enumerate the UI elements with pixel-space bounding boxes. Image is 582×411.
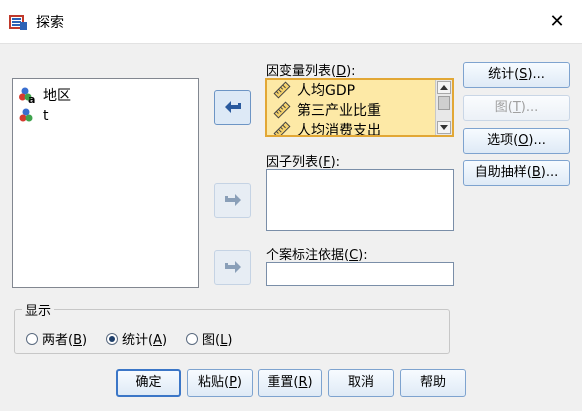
scale-variable-icon bbox=[273, 81, 291, 99]
radio-circle[interactable] bbox=[26, 332, 38, 345]
options-button[interactable]: 选项(O)... bbox=[463, 128, 570, 154]
radio-both[interactable]: 两者(B) bbox=[26, 329, 87, 348]
list-item[interactable]: 第三产业比重 bbox=[273, 100, 381, 120]
bootstrap-button[interactable]: 自助抽样(B)... bbox=[463, 160, 570, 186]
list-item[interactable]: t bbox=[19, 106, 49, 126]
scroll-thumb[interactable] bbox=[438, 96, 450, 110]
title-bar bbox=[0, 0, 582, 44]
radio-label: 统计(A) bbox=[122, 333, 168, 348]
paste-button[interactable]: 粘贴(P) bbox=[187, 369, 253, 397]
svg-text:a: a bbox=[28, 93, 35, 104]
spss-app-icon bbox=[9, 15, 27, 30]
cancel-button[interactable]: 取消 bbox=[328, 369, 394, 397]
display-group-title: 显示 bbox=[22, 300, 55, 319]
plots-button[interactable]: 图(T)... bbox=[463, 95, 570, 121]
radio-statistics[interactable]: 统计(A) bbox=[106, 329, 167, 348]
scroll-up-arrow-icon bbox=[440, 85, 448, 90]
radio-circle[interactable] bbox=[106, 332, 118, 345]
list-item-label: t bbox=[43, 108, 49, 124]
arrow-left-icon bbox=[224, 100, 241, 113]
list-item-label: 人均GDP bbox=[297, 83, 356, 99]
list-item-label: 第三产业比重 bbox=[297, 103, 381, 119]
scroll-down-arrow-icon bbox=[440, 125, 448, 130]
vertical-scrollbar[interactable] bbox=[435, 80, 452, 135]
scroll-down-button[interactable] bbox=[437, 121, 451, 134]
dependent-list-label: 因变量列表(D): bbox=[266, 64, 356, 79]
arrow-right-icon bbox=[224, 260, 241, 273]
radio-label: 两者(B) bbox=[42, 333, 88, 348]
list-item-label: 地区 bbox=[43, 88, 71, 104]
scale-variable-icon bbox=[273, 101, 291, 119]
list-item-label: 人均消费支出 bbox=[297, 123, 381, 137]
radio-plots[interactable]: 图(L) bbox=[186, 329, 232, 348]
source-variable-list[interactable]: a 地区 t bbox=[12, 78, 199, 288]
scale-variable-icon bbox=[273, 121, 291, 135]
move-to-case-label-button[interactable] bbox=[214, 250, 251, 285]
scroll-up-button[interactable] bbox=[437, 81, 451, 94]
factor-list-label: 因子列表(F): bbox=[266, 155, 341, 170]
statistics-button[interactable]: 统计(S)... bbox=[463, 62, 570, 88]
ok-button[interactable]: 确定 bbox=[116, 369, 181, 397]
reset-button[interactable]: 重置(R) bbox=[258, 369, 322, 397]
case-label-field[interactable] bbox=[266, 262, 454, 286]
list-item[interactable]: a 地区 bbox=[19, 85, 71, 105]
factor-list[interactable] bbox=[266, 169, 454, 231]
radio-label: 图(L) bbox=[202, 333, 233, 348]
arrow-right-icon bbox=[224, 193, 241, 206]
window-title: 探索 bbox=[36, 15, 64, 31]
case-label-field-label: 个案标注依据(C): bbox=[266, 248, 368, 263]
radio-circle[interactable] bbox=[186, 332, 198, 345]
move-to-dependent-button[interactable] bbox=[214, 90, 251, 125]
nominal-string-variable-icon: a bbox=[19, 87, 35, 104]
help-button[interactable]: 帮助 bbox=[400, 369, 466, 397]
dependent-list[interactable]: 人均GDP 第三产业比重 人均消费支出 bbox=[265, 78, 454, 137]
close-button[interactable]: ✕ bbox=[540, 8, 574, 36]
move-to-factor-button[interactable] bbox=[214, 183, 251, 218]
list-item[interactable]: 人均GDP bbox=[273, 80, 355, 100]
list-item[interactable]: 人均消费支出 bbox=[273, 120, 381, 137]
nominal-variable-icon bbox=[19, 108, 33, 122]
